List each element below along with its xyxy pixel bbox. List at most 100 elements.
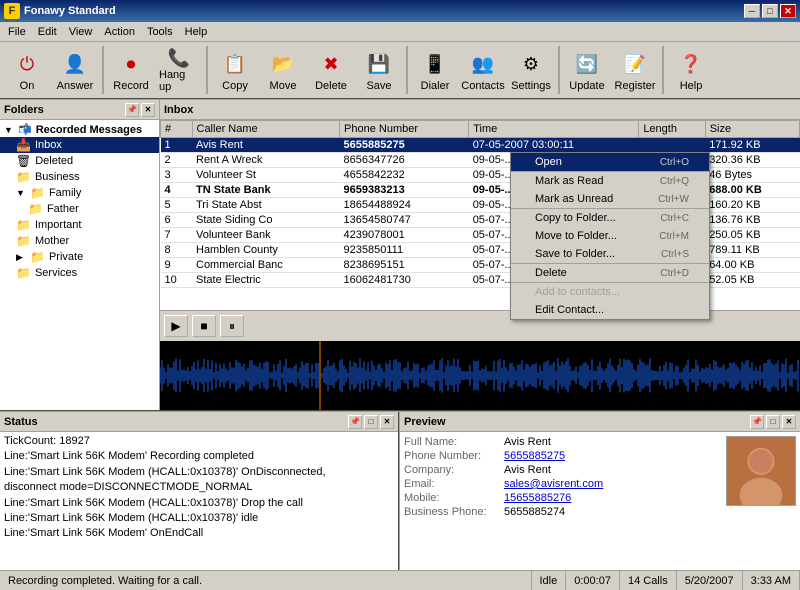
col-num[interactable]: # <box>161 121 193 138</box>
update-button[interactable]: 🔄 Update <box>564 44 610 96</box>
col-phone[interactable]: Phone Number <box>340 121 469 138</box>
contacts-icon: 👥 <box>467 48 499 80</box>
register-button[interactable]: 📝 Register <box>612 44 658 96</box>
sidebar-item-services[interactable]: 📁 Services <box>0 265 159 281</box>
ctx-copy-to[interactable]: Copy to Folder... Ctrl+C <box>511 208 709 227</box>
sidebar-item-deleted[interactable]: 🗑 Deleted <box>0 153 159 169</box>
ctx-move-to-shortcut: Ctrl+M <box>659 231 689 242</box>
menu-file[interactable]: File <box>2 24 32 40</box>
preview-row: Company:Avis Rent <box>404 464 718 476</box>
family-label: Family <box>49 187 81 199</box>
maximize-button[interactable]: □ <box>762 4 778 18</box>
ctx-move-to[interactable]: Move to Folder... Ctrl+M <box>511 227 709 245</box>
ctx-delete[interactable]: Delete Ctrl+D <box>511 263 709 282</box>
important-label: Important <box>35 219 81 231</box>
stop-button[interactable]: ■ <box>192 315 216 337</box>
sidebar-item-private[interactable]: ▶ 📁 Private <box>0 249 159 265</box>
play-button[interactable]: ▶ <box>164 315 188 337</box>
on-button[interactable]: ⏻ On <box>4 44 50 96</box>
table-row[interactable]: 1Avis Rent565588527507-05-2007 03:00:111… <box>161 138 800 153</box>
folder-root-item[interactable]: ▼ 📬 Recorded Messages <box>0 122 159 137</box>
contacts-label: Contacts <box>461 80 504 92</box>
move-label: Move <box>270 80 297 92</box>
ctx-save-to-shortcut: Ctrl+S <box>661 249 689 260</box>
preview-panel-header: Preview 📌 □ ✕ <box>400 412 800 432</box>
preview-pin-button[interactable]: 📌 <box>750 415 764 429</box>
register-label: Register <box>615 80 656 92</box>
answer-button[interactable]: 👤 Answer <box>52 44 98 96</box>
delete-button[interactable]: ✖ Delete <box>308 44 354 96</box>
menu-action[interactable]: Action <box>98 24 141 40</box>
inbox-icon: 📥 <box>16 138 31 152</box>
menu-help[interactable]: Help <box>179 24 214 40</box>
status-calls: 14 Calls <box>620 571 677 590</box>
minimize-button[interactable]: ─ <box>744 4 760 18</box>
help-icon: ❓ <box>675 48 707 80</box>
ctx-save-to[interactable]: Save to Folder... Ctrl+S <box>511 245 709 263</box>
col-time[interactable]: Time <box>469 121 639 138</box>
sidebar-item-inbox[interactable]: 📥 Inbox <box>0 137 159 153</box>
col-size[interactable]: Size <box>705 121 799 138</box>
ctx-delete-shortcut: Ctrl+D <box>660 268 689 279</box>
private-label: Private <box>49 251 83 263</box>
folder-pin-button[interactable]: 📌 <box>125 103 139 117</box>
services-label: Services <box>35 267 77 279</box>
answer-label: Answer <box>57 80 94 92</box>
close-button[interactable]: ✕ <box>780 4 796 18</box>
mother-label: Mother <box>35 235 69 247</box>
status-close-button[interactable]: ✕ <box>380 415 394 429</box>
pause-button[interactable]: ⏸ <box>220 315 244 337</box>
avatar <box>726 436 796 506</box>
record-button[interactable]: ⏺ Record <box>108 44 154 96</box>
folder-panel-title: Folders <box>4 104 44 116</box>
sidebar-item-father[interactable]: 📁 Father <box>0 201 159 217</box>
sidebar-item-business[interactable]: 📁 Business <box>0 169 159 185</box>
status-panel-title: Status <box>4 416 38 428</box>
menu-edit[interactable]: Edit <box>32 24 63 40</box>
help-button[interactable]: ❓ Help <box>668 44 714 96</box>
sidebar-item-mother[interactable]: 📁 Mother <box>0 233 159 249</box>
settings-button[interactable]: ⚙ Settings <box>508 44 554 96</box>
ctx-edit-contact[interactable]: Edit Contact... <box>511 301 709 319</box>
contacts-button[interactable]: 👥 Contacts <box>460 44 506 96</box>
status-line: disconnect mode=DISCONNECTMODE_NORMAL <box>4 480 394 495</box>
ctx-mark-read[interactable]: Mark as Read Ctrl+Q <box>511 171 709 190</box>
preview-panel: Preview 📌 □ ✕ Full Name:Avis RentPhone N… <box>400 412 800 570</box>
ctx-mark-read-label: Mark as Read <box>535 175 603 187</box>
dialer-button[interactable]: 📱 Dialer <box>412 44 458 96</box>
save-button[interactable]: 💾 Save <box>356 44 402 96</box>
folder-close-button[interactable]: ✕ <box>141 103 155 117</box>
ctx-open[interactable]: Open Ctrl+O <box>511 153 709 171</box>
menu-tools[interactable]: Tools <box>141 24 179 40</box>
copy-button[interactable]: 📋 Copy <box>212 44 258 96</box>
status-pin-button[interactable]: 📌 <box>348 415 362 429</box>
preview-row: Email:sales@avisrent.com <box>404 478 718 490</box>
toolbar-sep-2 <box>206 46 208 94</box>
preview-row: Business Phone:5655885274 <box>404 506 718 518</box>
private-icon: 📁 <box>30 250 45 264</box>
help-label: Help <box>680 80 703 92</box>
ctx-save-to-label: Save to Folder... <box>535 248 615 260</box>
update-icon: 🔄 <box>571 48 603 80</box>
copy-label: Copy <box>222 80 248 92</box>
register-icon: 📝 <box>619 48 651 80</box>
sidebar-item-important[interactable]: 📁 Important <box>0 217 159 233</box>
folder-root-icon: 📬 <box>18 123 32 136</box>
col-length[interactable]: Length <box>639 121 705 138</box>
hangup-button[interactable]: 📞 Hang up <box>156 44 202 96</box>
menu-view[interactable]: View <box>63 24 99 40</box>
toolbar-sep-3 <box>406 46 408 94</box>
move-button[interactable]: 📂 Move <box>260 44 306 96</box>
status-line: TickCount: 18927 <box>4 434 394 449</box>
preview-maximize-button[interactable]: □ <box>766 415 780 429</box>
ctx-mark-unread[interactable]: Mark as Unread Ctrl+W <box>511 190 709 208</box>
menu-bar: File Edit View Action Tools Help <box>0 22 800 42</box>
status-content: TickCount: 18927Line:'Smart Link 56K Mod… <box>0 432 398 570</box>
status-maximize-button[interactable]: □ <box>364 415 378 429</box>
col-caller[interactable]: Caller Name <box>192 121 340 138</box>
business-icon: 📁 <box>16 170 31 184</box>
settings-icon: ⚙ <box>515 48 547 80</box>
sidebar-item-family[interactable]: ▼ 📁 Family <box>0 185 159 201</box>
preview-close-button[interactable]: ✕ <box>782 415 796 429</box>
family-icon: 📁 <box>30 186 45 200</box>
